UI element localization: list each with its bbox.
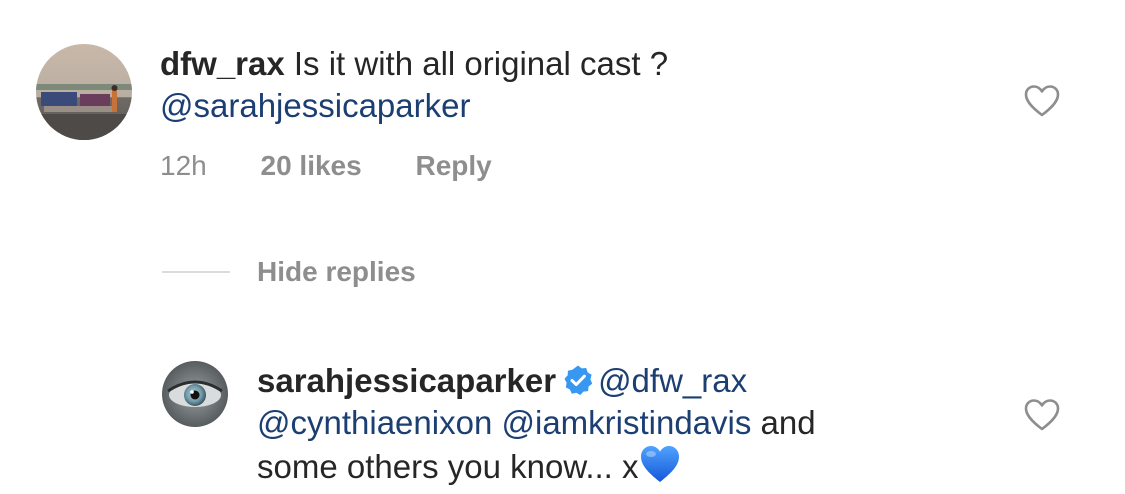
- comment-dfw-rax: dfw_rax Is it with all original cast ? @…: [0, 0, 1125, 220]
- comment-timestamp: 12h: [160, 150, 207, 181]
- reply-line-1: sarahjessicaparker @dfw_rax: [257, 360, 816, 402]
- divider-line: [162, 271, 230, 273]
- comment-username[interactable]: dfw_rax: [160, 45, 285, 82]
- mention-link[interactable]: @dfw_rax: [598, 362, 747, 399]
- user-avatar-eye-photo-icon: [162, 361, 228, 427]
- blue-heart-emoji-icon: [640, 446, 679, 482]
- reply-sarahjessicaparker: sarahjessicaparker @dfw_rax @cynthiaenix…: [0, 340, 1125, 494]
- avatar[interactable]: [36, 44, 132, 140]
- reply-text: some others you know... x: [257, 448, 639, 485]
- heart-outline-icon[interactable]: [1024, 84, 1060, 118]
- hide-replies-label[interactable]: Hide replies: [257, 255, 416, 289]
- mention-link[interactable]: @cynthiaenixon: [257, 404, 492, 441]
- reply-line-2: @cynthiaenixon @iamkristindavis and: [257, 402, 816, 444]
- reply-line-3: some others you know... x: [257, 444, 816, 488]
- reply-username[interactable]: sarahjessicaparker: [257, 362, 556, 399]
- likes-count[interactable]: 20 likes: [261, 149, 362, 183]
- avatar[interactable]: [162, 361, 228, 427]
- heart-outline-icon[interactable]: [1024, 398, 1060, 432]
- mention-link[interactable]: @iamkristindavis: [501, 404, 751, 441]
- comment-line-2: @sarahjessicaparker: [160, 85, 668, 127]
- comment-meta: 12h 20 likes Reply: [160, 149, 492, 183]
- reply-text: and: [760, 404, 816, 441]
- comment-line-1: dfw_rax Is it with all original cast ?: [160, 43, 668, 85]
- reply-button[interactable]: Reply: [415, 149, 491, 183]
- comment-text: Is it with all original cast ?: [293, 45, 669, 82]
- mention-link[interactable]: @sarahjessicaparker: [160, 87, 470, 124]
- reply-body: sarahjessicaparker @dfw_rax @cynthiaenix…: [257, 360, 816, 488]
- user-avatar-outdoor-photo-icon: [36, 44, 132, 140]
- comment-body: dfw_rax Is it with all original cast ? @…: [160, 43, 668, 127]
- verified-badge-icon: [564, 365, 593, 395]
